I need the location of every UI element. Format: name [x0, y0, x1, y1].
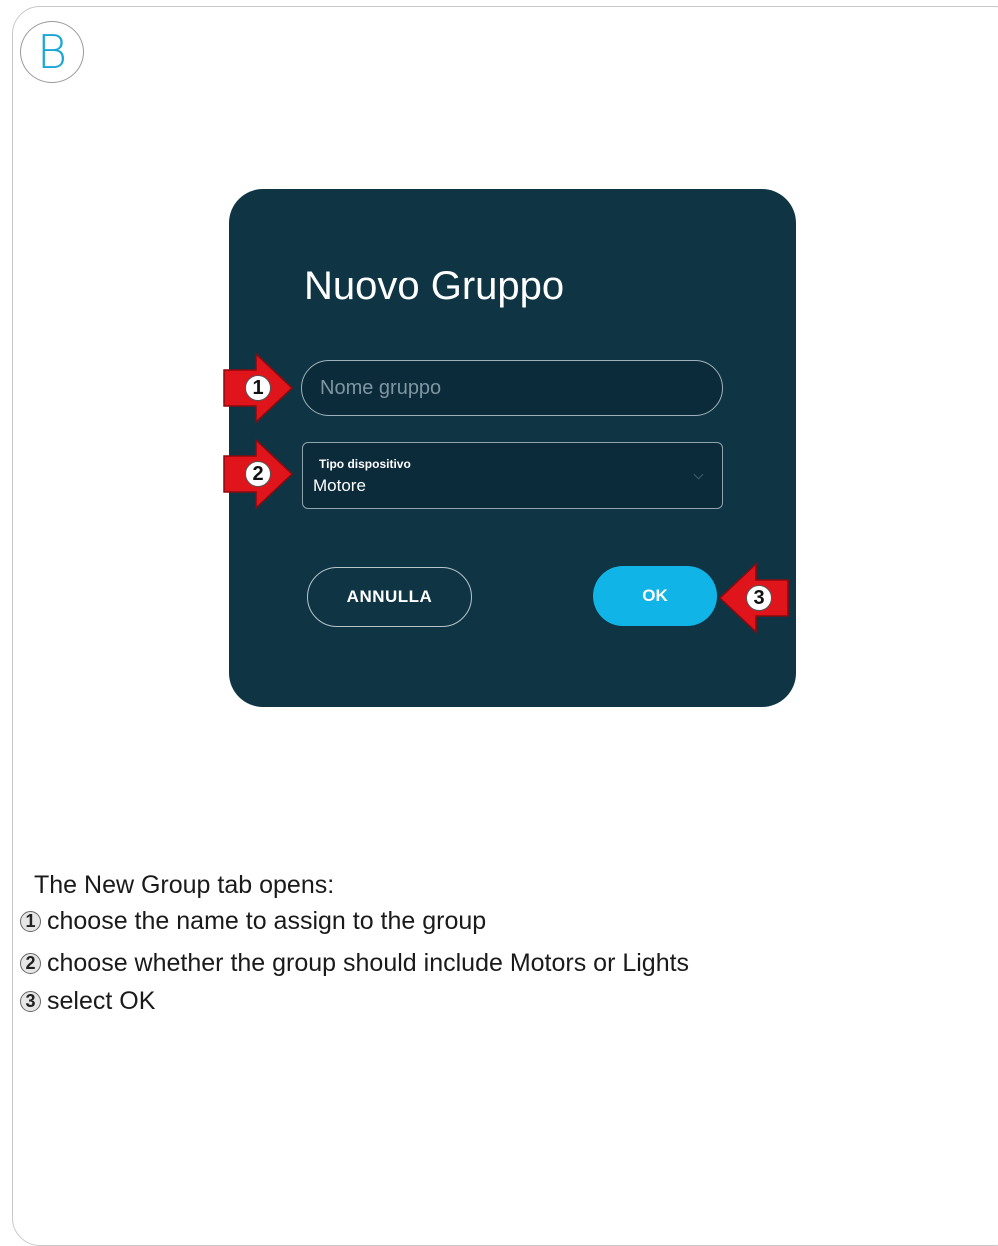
device-type-value: Motore	[313, 476, 366, 495]
callout-2: 2	[222, 438, 294, 510]
instruction-step-3: 3 select OK	[20, 986, 155, 1016]
callout-number-3: 3	[746, 585, 772, 611]
instruction-step-2: 2 choose whether the group should includ…	[20, 948, 689, 978]
instruction-step-1: 1 choose the name to assign to the group	[20, 906, 486, 936]
chevron-down-icon	[693, 469, 704, 480]
step-number-badge: 3	[20, 990, 41, 1012]
callout-3: 3	[718, 562, 790, 634]
step-text: select OK	[47, 986, 156, 1015]
step-number-badge: 1	[20, 910, 41, 932]
dialog-title: Nuovo Gruppo	[304, 264, 565, 308]
callout-1: 1	[222, 352, 294, 424]
callout-number-2: 2	[245, 461, 271, 487]
step-text: choose whether the group should include …	[47, 948, 690, 977]
step-number-badge: 2	[20, 952, 41, 974]
callout-number-1: 1	[245, 375, 271, 401]
device-type-select[interactable]: Tipo dispositivo Motore	[302, 442, 723, 509]
ok-button[interactable]: OK	[593, 566, 717, 626]
cancel-button[interactable]: ANNULLA	[307, 567, 472, 627]
section-badge: B	[20, 21, 84, 83]
group-name-input[interactable]	[301, 360, 723, 416]
step-text: choose the name to assign to the group	[47, 906, 487, 935]
instructions-intro: The New Group tab opens:	[34, 871, 335, 899]
device-type-label: Tipo dispositivo	[319, 457, 411, 471]
